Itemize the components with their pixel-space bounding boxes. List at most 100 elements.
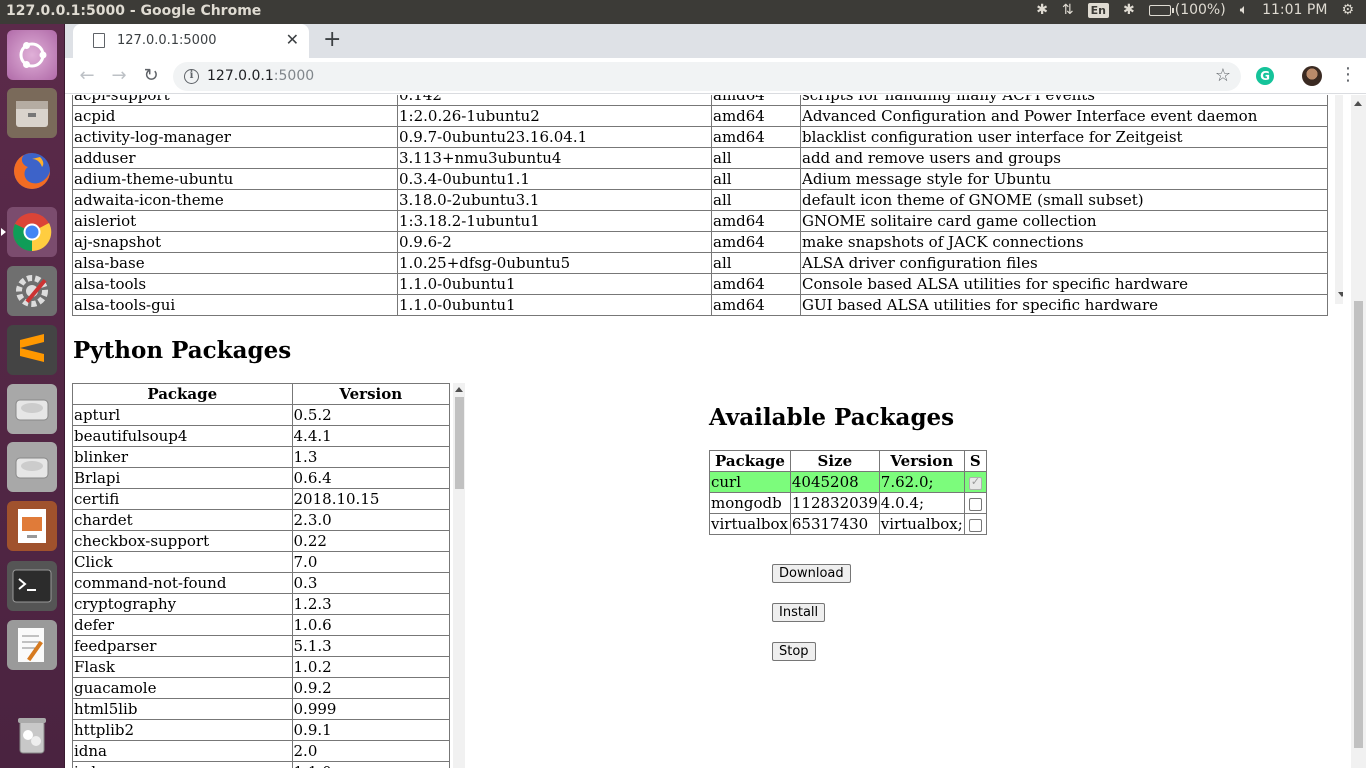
battery-indicator[interactable]: (100%) [1148, 2, 1226, 18]
package-name: virtualbox [709, 513, 791, 535]
install-button[interactable]: Install [772, 603, 826, 622]
disk-drive-icon-2[interactable] [7, 442, 57, 492]
grammarly-extension-icon[interactable]: G [1256, 67, 1274, 85]
trash-icon[interactable] [7, 710, 57, 760]
package-name: apturl [72, 404, 293, 426]
package-name: aisleriot [72, 210, 398, 232]
page-scrollbar[interactable] [1351, 95, 1366, 768]
package-version: 0.22 [291, 530, 451, 552]
package-description: default icon theme of GNOME (small subse… [800, 189, 1328, 211]
ubuntu-dash-icon[interactable] [7, 30, 57, 80]
files-icon[interactable] [7, 88, 57, 138]
download-button[interactable]: Download [772, 564, 851, 583]
package-version: 0.3.4-0ubuntu1.1 [397, 168, 712, 190]
gear-icon[interactable]: ⚙ [1341, 2, 1354, 18]
package-version: 4.4.1 [291, 425, 451, 447]
scrollbar-thumb[interactable] [455, 397, 464, 489]
select-checkbox[interactable] [968, 518, 982, 532]
table-row[interactable]: mongodb 112832039 4.0.4; [709, 492, 987, 514]
package-description: Console based ALSA utilities for specifi… [800, 273, 1328, 295]
package-name: guacamole [72, 677, 293, 699]
package-version: 2.0 [291, 740, 451, 762]
select-checkbox[interactable] [968, 497, 982, 511]
more-menu-icon[interactable]: ⋮ [1339, 64, 1357, 85]
bluetooth-icon[interactable]: ✱ [1036, 2, 1048, 18]
scroll-up-arrow-icon[interactable] [1354, 101, 1362, 106]
package-description: Adium message style for Ubuntu [800, 168, 1328, 190]
sublime-text-icon[interactable] [7, 325, 57, 375]
package-version: 1:3.18.2-1ubuntu1 [397, 210, 712, 232]
url-text[interactable]: 127.0.0.1:5000 [207, 68, 314, 84]
clock[interactable]: 11:01 PM [1262, 2, 1327, 18]
firefox-icon[interactable] [7, 146, 57, 196]
disk-drive-icon[interactable] [7, 384, 57, 434]
table-row[interactable]: virtualbox 65317430 virtualbox; [709, 513, 987, 535]
python-packages-title: Python Packages [73, 337, 292, 364]
page-scrollbar-thumb[interactable] [1354, 301, 1363, 748]
table-row[interactable]: curl 4045208 7.62.0; [709, 471, 987, 493]
bookmark-star-icon[interactable]: ☆ [1215, 65, 1231, 86]
back-arrow-icon[interactable]: ← [76, 65, 98, 86]
chrome-icon[interactable] [1, 207, 57, 257]
table-row: chardet 2.3.0 [72, 509, 451, 531]
table-row: alsa-tools 1.1.0-0ubuntu1 amd64 Console bas… [72, 273, 1328, 295]
network-icon[interactable]: ⇅ [1062, 2, 1074, 18]
package-version: 1:2.0.26-1ubuntu2 [397, 105, 712, 127]
new-tab-button[interactable]: + [323, 27, 341, 52]
top-panel: 127.0.0.1:5000 - Google Chrome ✱ ⇅ En ✱ … [0, 0, 1366, 24]
browser-tab[interactable]: 127.0.0.1:5000 ✕ [73, 24, 309, 58]
python-packages-scrollbar[interactable] [453, 383, 465, 768]
browser-toolbar: ← → ↻ i 127.0.0.1:5000 ☆ G ⋮ [65, 58, 1366, 94]
forward-arrow-icon[interactable]: → [108, 65, 130, 86]
table-row: Flask 1.0.2 [72, 656, 451, 678]
package-version: 0.9.2 [291, 677, 451, 699]
select-cell [963, 471, 987, 493]
text-editor-icon[interactable] [7, 620, 57, 670]
volume-icon[interactable]: 🔈︎ [1240, 2, 1248, 18]
package-name: blinker [72, 446, 293, 468]
impress-icon[interactable] [7, 501, 57, 551]
bluetooth-icon-2[interactable]: ✱ [1123, 2, 1135, 18]
python-packages-table: Package Version apturl 0.5.2 beautifulsoup… [72, 383, 451, 768]
stop-button[interactable]: Stop [772, 642, 816, 661]
table-row: aisleriot 1:3.18.2-1ubuntu1 amd64 GNOME sol… [72, 210, 1328, 232]
table-row: blinker 1.3 [72, 446, 451, 468]
profile-avatar[interactable] [1302, 66, 1322, 86]
keyboard-layout[interactable]: En [1087, 2, 1110, 18]
table-row: guacamole 0.9.2 [72, 677, 451, 699]
package-version: 0.142 [397, 95, 712, 106]
scroll-up-arrow-icon[interactable] [455, 387, 463, 392]
table-row: adduser 3.113+nmu3ubuntu4 all add and remov… [72, 147, 1328, 169]
system-packages-scrollbar[interactable] [1335, 95, 1343, 304]
tab-title: 127.0.0.1:5000 [117, 33, 217, 48]
table-row: httplib2 0.9.1 [72, 719, 451, 741]
battery-percent: (100%) [1174, 2, 1226, 18]
system-packages-panel[interactable]: acpi-support 0.142 amd64 scripts for handli… [72, 95, 1343, 316]
reload-icon[interactable]: ↻ [140, 65, 162, 86]
package-name: alsa-base [72, 252, 398, 274]
table-row: Click 7.0 [72, 551, 451, 573]
python-packages-panel[interactable]: Package Version apturl 0.5.2 beautifulsoup… [72, 383, 465, 768]
info-icon[interactable]: i [184, 69, 199, 84]
package-version: virtualbox; [878, 513, 965, 535]
table-row: apturl 0.5.2 [72, 404, 451, 426]
package-name: certifi [72, 488, 293, 510]
table-row: checkbox-support 0.22 [72, 530, 451, 552]
address-bar[interactable]: i 127.0.0.1:5000 ☆ [173, 62, 1241, 91]
terminal-icon[interactable] [7, 561, 57, 611]
package-version: 0.6.4 [291, 467, 451, 489]
package-arch: amd64 [711, 294, 801, 316]
column-header-package: Package [709, 450, 791, 472]
scroll-down-arrow-icon[interactable] [1338, 292, 1343, 297]
package-description: Advanced Configuration and Power Interfa… [800, 105, 1328, 127]
url-host: 127.0.0.1 [207, 68, 274, 84]
package-name: curl [709, 471, 791, 493]
close-tab-icon[interactable]: ✕ [286, 30, 299, 49]
package-size: 112832039 [789, 492, 880, 514]
package-version: 4.0.4; [878, 492, 965, 514]
package-name: chardet [72, 509, 293, 531]
package-name: isdn [72, 761, 293, 768]
available-packages-table: Package Size Version S curl 4045208 7.62.0… [709, 450, 987, 535]
system-settings-icon[interactable] [7, 266, 57, 316]
select-checkbox[interactable] [968, 475, 982, 490]
